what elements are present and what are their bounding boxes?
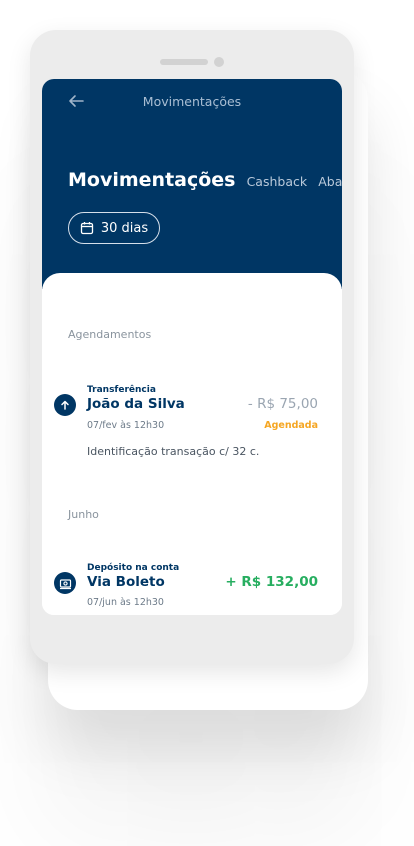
- tab-movimentacoes[interactable]: Movimentações: [68, 169, 235, 191]
- transaction-name: João da Silva: [87, 396, 185, 412]
- header: Movimentações Movimentações Cashback Aba…: [42, 79, 342, 289]
- tab-bar: Movimentações Cashback Abastec: [68, 169, 342, 191]
- transaction-type: Depósito na conta: [87, 563, 180, 573]
- arrow-up-icon: [54, 394, 76, 416]
- tab-cashback[interactable]: Cashback: [247, 174, 308, 189]
- phone-frame: Movimentações Movimentações Cashback Aba…: [30, 30, 354, 664]
- transaction-description: Identificação transação c/ 32 c.: [87, 445, 260, 458]
- section-label-junho: Junho: [68, 508, 99, 521]
- transaction-type: Transferência: [87, 385, 156, 395]
- phone-speaker: [160, 59, 208, 65]
- calendar-icon: [80, 222, 94, 235]
- section-label-agendamentos: Agendamentos: [68, 328, 152, 341]
- transaction-amount: + R$ 132,00: [225, 574, 318, 590]
- nav-title: Movimentações: [142, 94, 242, 109]
- transaction-amount: - R$ 75,00: [247, 396, 318, 412]
- period-filter-button[interactable]: 30 dias: [68, 212, 160, 244]
- transaction-date: 07/jun às 12h30: [87, 597, 164, 608]
- app-screen: Movimentações Movimentações Cashback Aba…: [42, 79, 342, 615]
- transaction-date: 07/fev às 12h30: [87, 420, 165, 431]
- transactions-panel: Agendamentos Transferência João da Silva…: [42, 273, 342, 615]
- status-badge: Agendada: [264, 420, 318, 431]
- phone-camera: [214, 57, 224, 67]
- transaction-name: Via Boleto: [87, 574, 165, 590]
- tab-abastecimento[interactable]: Abastec: [318, 174, 342, 189]
- period-label: 30 dias: [100, 220, 149, 236]
- deposit-icon: [54, 572, 76, 594]
